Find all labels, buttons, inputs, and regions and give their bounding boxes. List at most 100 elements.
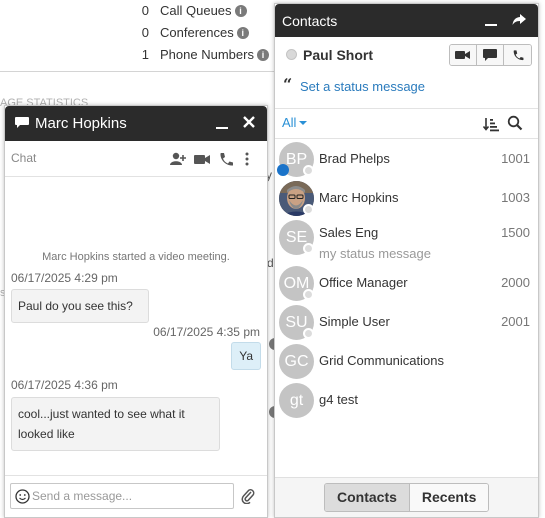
close-icon	[243, 116, 255, 128]
speech-bubble-icon	[15, 117, 29, 128]
minimize-icon	[216, 127, 228, 129]
chevron-down-icon	[299, 121, 308, 125]
stat-count: 1	[141, 47, 149, 62]
video-camera-icon	[455, 51, 470, 59]
contact-row[interactable]: GC Grid Communications	[275, 342, 538, 381]
message-input[interactable]	[32, 484, 230, 508]
contacts-filter-bar: All	[275, 109, 538, 139]
contact-status-message: my status message	[319, 246, 431, 261]
tab-contacts[interactable]: Contacts	[325, 484, 410, 511]
stat-label: Call Queues i	[160, 3, 247, 18]
chat-toolbar: Chat	[5, 141, 267, 177]
contact-name: Simple User	[319, 314, 390, 329]
stat-label-text: Conferences	[160, 25, 234, 40]
contact-extension: 2001	[501, 314, 530, 329]
search-icon[interactable]	[507, 115, 523, 131]
chat-mode-label: Chat	[11, 151, 37, 165]
minimize-button[interactable]	[480, 9, 502, 31]
contact-row[interactable]: OM Office Manager 2000	[275, 264, 538, 303]
user-action-buttons	[449, 44, 532, 66]
video-call-button[interactable]	[450, 45, 477, 65]
contacts-header: Contacts	[275, 4, 538, 37]
call-button[interactable]	[504, 45, 531, 65]
info-icon[interactable]: i	[256, 49, 269, 61]
message-timestamp: 06/17/2025 4:29 pm	[11, 271, 118, 285]
presence-indicator	[277, 164, 289, 176]
contact-row[interactable]: SU Simple User 2001	[275, 303, 538, 342]
chat-title: Marc Hopkins	[35, 115, 127, 132]
chat-window: Marc Hopkins Chat Marc Hopkins started a…	[4, 105, 268, 518]
chat-button[interactable]	[477, 45, 504, 65]
contacts-footer: Contacts Recents	[275, 477, 538, 517]
contact-row[interactable]: Marc Hopkins 1003	[275, 179, 538, 218]
contact-name: Office Manager	[319, 275, 408, 290]
minimize-button[interactable]	[211, 112, 233, 134]
video-camera-icon[interactable]	[193, 151, 211, 167]
current-user-name: Paul Short	[303, 47, 374, 63]
stat-label-text: Call Queues	[160, 3, 232, 18]
stat-row-conferences: 0 Conferences i	[0, 25, 275, 45]
presence-indicator	[303, 243, 314, 254]
chat-composer	[5, 475, 267, 517]
stat-label: Phone Numbers i	[160, 47, 269, 62]
contact-name: Sales Eng	[319, 225, 379, 240]
stats-summary: 0 Call Queues i 0 Conferences i 1 Phone Nu…	[0, 0, 275, 72]
contact-name: Grid Communications	[319, 353, 444, 368]
tab-recents[interactable]: Recents	[409, 484, 489, 511]
contacts-title: Contacts	[282, 13, 338, 29]
quote-icon: “	[283, 75, 293, 94]
contacts-list: BP Brad Phelps 1001 Marc Hopkins 1003 SE…	[275, 140, 538, 420]
contact-extension: 1001	[501, 151, 530, 166]
contacts-tabs: Contacts Recents	[324, 483, 490, 512]
contact-row[interactable]: gt g4 test	[275, 381, 538, 420]
phone-icon[interactable]	[217, 151, 235, 167]
chat-header: Marc Hopkins	[5, 106, 267, 141]
stat-label-text: Phone Numbers	[160, 47, 254, 62]
system-message: Marc Hopkins started a video meeting.	[42, 251, 230, 263]
presence-indicator	[286, 49, 297, 60]
stat-row-call-queues: 0 Call Queues i	[0, 3, 275, 23]
presence-indicator	[303, 328, 314, 339]
add-user-icon[interactable]	[169, 151, 187, 167]
stat-label: Conferences i	[160, 25, 249, 40]
current-user-section: Paul Short “ Set a status message	[275, 37, 538, 109]
incoming-message: cool...just wanted to see what it looked…	[11, 397, 220, 451]
vertical-dots-icon[interactable]	[238, 151, 256, 167]
stat-count: 0	[141, 3, 149, 18]
contact-extension: 1500	[501, 225, 530, 240]
paperclip-icon[interactable]	[241, 488, 255, 504]
sort-icon[interactable]	[483, 117, 499, 132]
stat-count: 0	[141, 25, 149, 40]
minimize-icon	[485, 24, 497, 26]
avatar: GC	[279, 344, 314, 379]
popout-button[interactable]	[508, 9, 530, 31]
contact-row[interactable]: BP Brad Phelps 1001	[275, 140, 538, 179]
info-icon[interactable]: i	[234, 5, 247, 17]
contact-extension: 2000	[501, 275, 530, 290]
info-icon[interactable]: i	[236, 27, 249, 39]
bg-text-fragment: d	[267, 256, 274, 270]
message-input-box	[10, 483, 234, 509]
close-button[interactable]	[238, 112, 260, 134]
stat-row-phone-numbers: 1 Phone Numbers i	[0, 47, 275, 67]
incoming-message: Paul do you see this?	[11, 289, 149, 323]
speech-bubble-icon	[483, 48, 497, 61]
message-timestamp: 06/17/2025 4:36 pm	[11, 378, 118, 392]
phone-icon	[513, 50, 523, 61]
set-status-link[interactable]: Set a status message	[300, 79, 425, 94]
avatar: gt	[279, 383, 314, 418]
message-list: Marc Hopkins started a video meeting. 06…	[5, 178, 267, 474]
contacts-panel: Contacts Paul Short “ Set a status messa…	[274, 3, 539, 518]
message-timestamp: 06/17/2025 4:35 pm	[153, 325, 260, 339]
smiley-icon[interactable]	[15, 489, 30, 504]
filter-dropdown[interactable]: All	[282, 115, 308, 130]
popout-arrow-icon	[512, 14, 526, 25]
contact-name: Brad Phelps	[319, 151, 390, 166]
filter-label: All	[282, 115, 297, 130]
contact-row[interactable]: SE Sales Eng my status message 1500	[275, 218, 538, 264]
presence-indicator	[303, 165, 314, 176]
outgoing-message: Ya	[231, 342, 261, 370]
contact-name: g4 test	[319, 392, 359, 407]
presence-indicator	[303, 204, 314, 215]
contact-extension: 1003	[501, 190, 530, 205]
